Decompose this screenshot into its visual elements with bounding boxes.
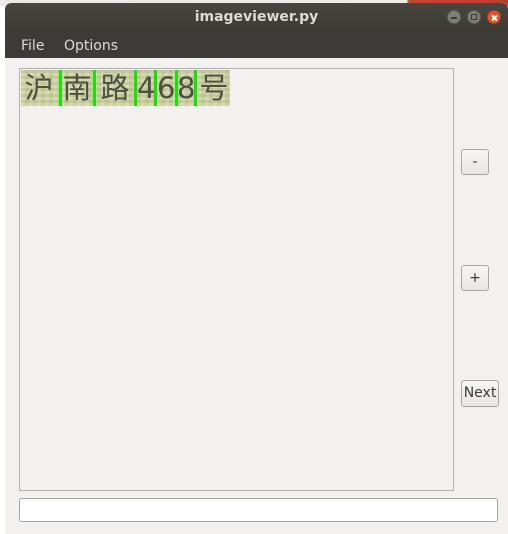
image-glyph: 4	[137, 71, 156, 105]
image-glyph: 路	[100, 71, 130, 105]
segment-line	[194, 70, 197, 106]
close-icon[interactable]	[487, 10, 501, 24]
image-canvas: 沪 南 路 4 6 8 号	[19, 68, 454, 491]
image-glyph: 号	[199, 71, 229, 105]
menu-file[interactable]: File	[21, 32, 44, 58]
maximize-icon[interactable]	[467, 10, 481, 24]
image-glyph: 沪	[24, 71, 54, 105]
minimize-icon[interactable]	[447, 10, 461, 24]
text-line-image: 沪 南 路 4 6 8 号	[21, 70, 230, 106]
app-window: imageviewer.py File Options 沪 南 路 4 6 8 …	[5, 3, 508, 534]
text-input[interactable]	[19, 498, 498, 522]
zoom-in-button[interactable]: +	[461, 265, 489, 291]
window-title: imageviewer.py	[194, 9, 319, 25]
menu-options[interactable]: Options	[64, 32, 118, 58]
title-bar[interactable]: imageviewer.py	[5, 3, 508, 32]
next-button[interactable]: Next	[461, 380, 499, 407]
image-glyph: 6	[157, 71, 176, 105]
menu-bar: File Options	[5, 32, 508, 58]
image-glyph: 南	[62, 71, 92, 105]
zoom-out-button[interactable]: -	[461, 149, 489, 175]
image-glyph: 8	[177, 71, 196, 105]
